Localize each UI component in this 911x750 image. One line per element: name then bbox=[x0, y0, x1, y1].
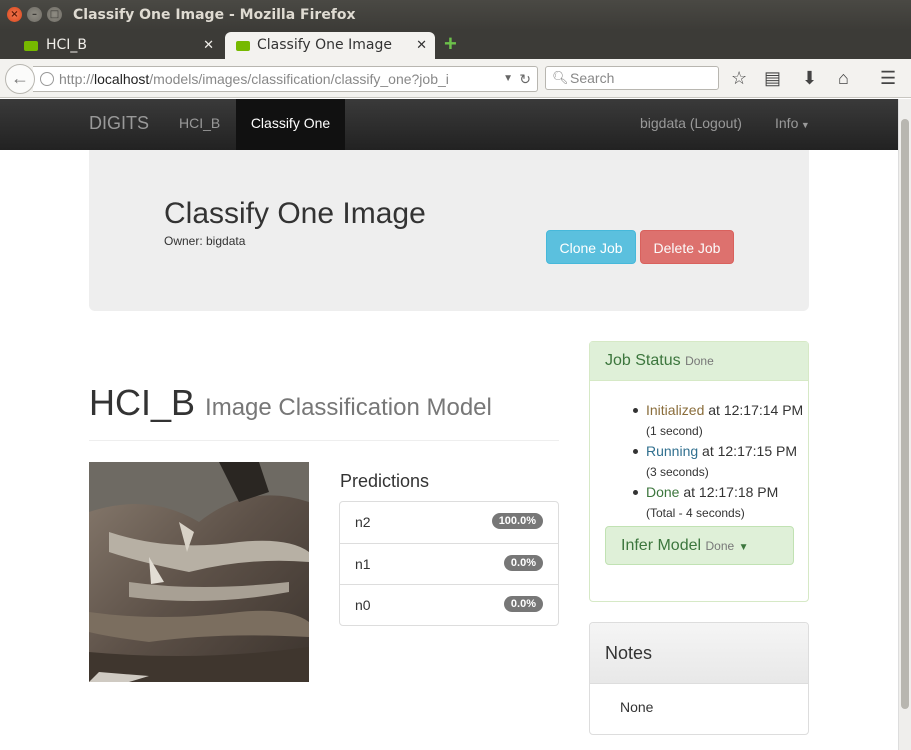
tab-label: Classify One Image bbox=[257, 37, 392, 53]
job-steps: Initialized at 12:17:14 PM (1 second) Ru… bbox=[624, 400, 804, 523]
tab-classify-one-image[interactable]: Classify One Image ✕ bbox=[225, 32, 435, 59]
minimize-window-button[interactable]: – bbox=[27, 7, 42, 22]
prediction-label: n1 bbox=[355, 556, 371, 572]
page-content: DIGITS HCI_B Classify One bigdata (Logou… bbox=[0, 99, 898, 750]
globe-icon bbox=[40, 72, 54, 86]
page-header: Classify One Image Owner: bigdata Clone … bbox=[89, 150, 809, 311]
infer-model-dropdown[interactable]: Infer Model Done ▼ bbox=[605, 526, 794, 565]
search-icon: 🔍︎ bbox=[552, 70, 569, 85]
bookmark-star-icon[interactable]: ☆ bbox=[731, 68, 747, 88]
window-titlebar: × – □ Classify One Image - Mozilla Firef… bbox=[0, 0, 911, 30]
nav-user-logout[interactable]: bigdata (Logout) bbox=[640, 99, 742, 150]
nav-info-label: Info bbox=[775, 115, 799, 131]
job-status-panel: Job Status Done Initialized at 12:17:14 … bbox=[589, 341, 809, 602]
nav-model-link[interactable]: HCI_B bbox=[179, 99, 220, 150]
bullet-icon bbox=[633, 490, 638, 495]
url-text: http://localhost/models/images/classific… bbox=[59, 71, 449, 87]
prediction-item: n2 100.0% bbox=[340, 502, 558, 543]
close-tab-icon[interactable]: ✕ bbox=[416, 32, 427, 59]
nvidia-favicon-icon bbox=[24, 41, 38, 51]
step-duration: (Total - 4 seconds) bbox=[646, 506, 745, 520]
reload-icon[interactable]: ↻ bbox=[519, 67, 531, 91]
notes-panel: Notes None bbox=[589, 622, 809, 735]
owner-text: Owner: bigdata bbox=[164, 234, 246, 248]
url-dropdown-icon[interactable]: ▼ bbox=[503, 67, 513, 91]
scrollbar-thumb[interactable] bbox=[901, 119, 909, 709]
input-image bbox=[89, 462, 309, 682]
new-tab-icon[interactable]: + bbox=[444, 33, 457, 55]
delete-job-button[interactable]: Delete Job bbox=[640, 230, 734, 264]
bullet-icon bbox=[633, 449, 638, 454]
notes-heading: Notes bbox=[590, 623, 808, 684]
app-navbar: DIGITS HCI_B Classify One bigdata (Logou… bbox=[0, 99, 898, 150]
tab-hci-b[interactable]: HCI_B ✕ bbox=[4, 32, 222, 59]
back-button[interactable]: ← bbox=[5, 64, 35, 94]
job-status-heading: Job Status Done bbox=[590, 342, 808, 381]
step-duration: (3 seconds) bbox=[646, 465, 709, 479]
predictions-list: n2 100.0% n1 0.0% n0 0.0% bbox=[339, 501, 559, 626]
prediction-item: n0 0.0% bbox=[340, 584, 558, 625]
step-name: Running bbox=[646, 443, 699, 459]
search-input[interactable]: 🔍︎ Search bbox=[545, 66, 719, 90]
job-step: Running at 12:17:15 PM (3 seconds) bbox=[624, 441, 804, 482]
search-placeholder: Search bbox=[570, 70, 615, 86]
step-time: at 12:17:15 PM bbox=[702, 443, 797, 459]
close-tab-icon[interactable]: ✕ bbox=[203, 32, 214, 59]
page-scrollbar[interactable] bbox=[898, 99, 911, 750]
browser-toolbar: http://localhost/models/images/classific… bbox=[0, 59, 911, 98]
reading-list-icon[interactable]: ▤ bbox=[764, 68, 781, 88]
model-title: HCI_B Image Classification Model bbox=[89, 382, 492, 424]
prediction-badge: 0.0% bbox=[503, 555, 543, 571]
step-time: at 12:17:18 PM bbox=[683, 484, 779, 500]
maximize-window-button[interactable]: □ bbox=[47, 7, 62, 22]
job-status-state: Done bbox=[685, 354, 714, 368]
caret-down-icon: ▼ bbox=[798, 120, 810, 130]
step-duration: (1 second) bbox=[646, 424, 703, 438]
infer-model-state: Done bbox=[705, 539, 735, 553]
home-icon[interactable]: ⌂ bbox=[838, 68, 849, 88]
predictions-heading: Predictions bbox=[340, 471, 430, 491]
menu-icon[interactable]: ☰ bbox=[880, 68, 896, 88]
infer-model-label: Infer Model bbox=[621, 537, 702, 554]
window-title: Classify One Image - Mozilla Firefox bbox=[73, 7, 356, 23]
notes-body: None bbox=[620, 699, 654, 715]
step-name: Done bbox=[646, 484, 680, 500]
close-window-button[interactable]: × bbox=[7, 7, 22, 22]
prediction-item: n1 0.0% bbox=[340, 543, 558, 584]
brand-link[interactable]: DIGITS bbox=[89, 99, 149, 150]
caret-down-icon: ▼ bbox=[738, 542, 749, 553]
step-time: at 12:17:14 PM bbox=[708, 402, 804, 418]
tab-strip: HCI_B ✕ Classify One Image ✕ + bbox=[0, 30, 911, 59]
step-name: Initialized bbox=[646, 402, 705, 418]
prediction-badge: 100.0% bbox=[491, 513, 543, 529]
clone-job-button[interactable]: Clone Job bbox=[546, 230, 636, 264]
job-step: Initialized at 12:17:14 PM (1 second) bbox=[624, 400, 804, 441]
tab-label: HCI_B bbox=[46, 37, 88, 53]
nvidia-favicon-icon bbox=[236, 41, 250, 51]
prediction-label: n2 bbox=[355, 514, 371, 530]
download-icon[interactable]: ⬇ bbox=[802, 68, 817, 88]
model-name: HCI_B bbox=[89, 382, 196, 423]
prediction-badge: 0.0% bbox=[503, 596, 543, 612]
bullet-icon bbox=[633, 408, 638, 413]
prediction-label: n0 bbox=[355, 597, 371, 613]
page-title: Classify One Image bbox=[164, 197, 426, 230]
job-status-title: Job Status bbox=[605, 352, 681, 369]
url-bar[interactable]: http://localhost/models/images/classific… bbox=[33, 66, 538, 92]
nav-classify-one[interactable]: Classify One bbox=[236, 99, 345, 150]
model-subtitle: Image Classification Model bbox=[205, 394, 492, 421]
divider bbox=[89, 440, 559, 441]
nav-info-dropdown[interactable]: Info ▼ bbox=[775, 99, 810, 150]
job-step: Done at 12:17:18 PM (Total - 4 seconds) bbox=[624, 482, 804, 523]
